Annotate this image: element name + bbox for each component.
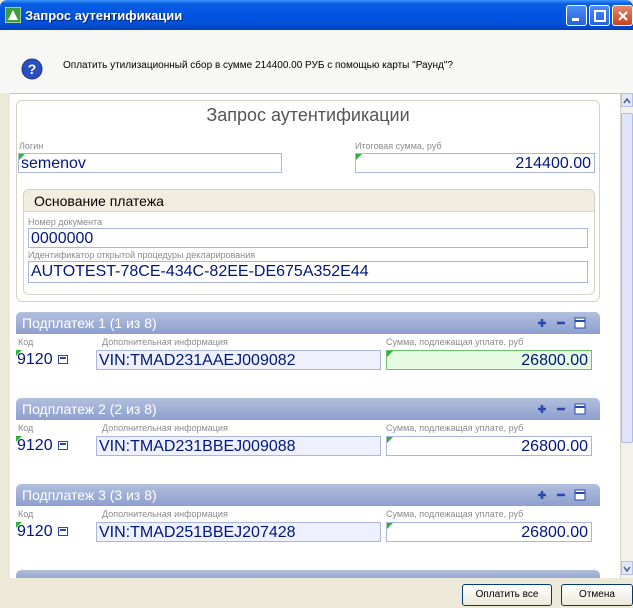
code-field[interactable]: 9120: [16, 436, 70, 456]
info-value: VIN:TMAD251BBEJ207428: [99, 524, 296, 541]
code-field[interactable]: 9120: [16, 522, 70, 542]
field-marker: [16, 522, 22, 528]
field-marker: [387, 437, 393, 443]
field-marker: [16, 350, 22, 356]
subpayment-title: Подплатеж 3 (3 из 8): [22, 487, 157, 503]
window-title: Запрос аутентификации: [25, 8, 183, 23]
sum-label: Сумма, подлежащая уплате, руб: [386, 509, 524, 519]
subpayment-4-header: [16, 570, 600, 578]
doc-number-value: 0000000: [31, 230, 94, 247]
field-marker: [16, 436, 22, 442]
total-value: 214400.00: [515, 155, 591, 172]
info-value: VIN:TMAD231BBEJ009088: [99, 438, 296, 455]
subpayment-3: Подплатеж 3 (3 из 8) Код Дополнительная …: [16, 484, 600, 564]
form-scroll-area[interactable]: Запрос аутентификации Логин semenov Итог…: [10, 93, 622, 578]
field-marker: [387, 523, 393, 529]
sum-field[interactable]: 26800.00: [386, 522, 592, 542]
add-icon[interactable]: [538, 405, 546, 413]
procedure-id-field[interactable]: AUTOTEST-78CE-434C-82EE-DE675A352E44: [28, 261, 588, 283]
svg-text:?: ?: [28, 61, 37, 77]
title-bar: Запрос аутентификации: [0, 0, 633, 30]
list-icon[interactable]: [574, 489, 586, 501]
info-label: Дополнительная информация: [102, 509, 228, 519]
info-value: VIN:TMAD231AAEJ009082: [99, 352, 296, 369]
procedure-id-label: Идентификатор открытой процедуры деклари…: [28, 250, 256, 260]
code-label: Код: [18, 423, 34, 433]
subpayment-header: Подплатеж 2 (2 из 8): [16, 398, 600, 420]
maximize-button[interactable]: [589, 5, 610, 26]
lookup-icon[interactable]: [58, 441, 68, 450]
subpayment-1: Подплатеж 1 (1 из 8) Код Дополнительная …: [16, 312, 600, 392]
code-value: 9120: [17, 351, 53, 368]
code-value: 9120: [17, 437, 53, 454]
sum-label: Сумма, подлежащая уплате, руб: [386, 423, 524, 433]
field-marker: [356, 154, 362, 160]
login-value: semenov: [21, 155, 86, 172]
subpayment-body: Код Дополнительная информация Сумма, под…: [16, 506, 600, 564]
cancel-button[interactable]: Отмена: [561, 584, 633, 606]
subpayment-header: Подплатеж 1 (1 из 8): [16, 312, 600, 334]
subpayment-title: Подплатеж 2 (2 из 8): [22, 401, 157, 417]
chevron-up-icon: [623, 97, 631, 104]
info-field[interactable]: VIN:TMAD231AAEJ009082: [96, 350, 381, 370]
scroll-up-button[interactable]: [621, 93, 633, 107]
subpayment-2: Подплатеж 2 (2 из 8) Код Дополнительная …: [16, 398, 600, 478]
question-icon: ?: [21, 58, 43, 80]
pay-all-button[interactable]: Оплатить все: [462, 584, 552, 606]
lookup-icon[interactable]: [58, 527, 68, 536]
list-icon[interactable]: [574, 403, 586, 415]
sum-field[interactable]: 26800.00: [386, 350, 592, 370]
doc-number-label: Номер документа: [28, 217, 103, 227]
info-field[interactable]: VIN:TMAD231BBEJ009088: [96, 436, 381, 456]
info-label: Дополнительная информация: [102, 337, 228, 347]
total-field[interactable]: 214400.00: [355, 153, 595, 173]
add-icon[interactable]: [538, 491, 546, 499]
procedure-id-value: AUTOTEST-78CE-434C-82EE-DE675A352E44: [31, 263, 369, 280]
vertical-scrollbar[interactable]: [620, 93, 633, 578]
login-label: Логин: [19, 141, 44, 151]
list-icon[interactable]: [574, 317, 586, 329]
info-field[interactable]: VIN:TMAD251BBEJ207428: [96, 522, 381, 542]
total-label: Итоговая сумма, руб: [355, 141, 442, 151]
payment-basis-title: Основание платежа: [24, 190, 594, 212]
lookup-icon[interactable]: [58, 355, 68, 364]
close-button[interactable]: [612, 5, 633, 26]
login-field[interactable]: semenov: [18, 153, 282, 173]
doc-number-field[interactable]: 0000000: [28, 228, 588, 248]
subpayment-body: Код Дополнительная информация Сумма, под…: [16, 420, 600, 478]
field-marker: [19, 154, 25, 160]
code-label: Код: [18, 337, 34, 347]
minimize-icon: [572, 18, 579, 21]
subpayment-body: Код Дополнительная информация Сумма, под…: [16, 334, 600, 392]
close-icon: [618, 11, 628, 21]
sum-value: 26800.00: [521, 352, 588, 369]
add-icon[interactable]: [538, 319, 546, 327]
info-label: Дополнительная информация: [102, 423, 228, 433]
app-icon: [5, 7, 21, 23]
payment-basis-panel: Основание платежа Номер документа 000000…: [23, 189, 595, 295]
auth-panel: Запрос аутентификации Логин semenov Итог…: [16, 100, 600, 302]
auth-title: Запрос аутентификации: [206, 105, 410, 125]
code-value: 9120: [17, 523, 53, 540]
code-label: Код: [18, 509, 34, 519]
field-marker: [387, 351, 393, 357]
button-bar: Оплатить все Отмена: [0, 578, 633, 608]
sum-field[interactable]: 26800.00: [386, 436, 592, 456]
sum-value: 26800.00: [521, 438, 588, 455]
subpayment-tools: [538, 403, 586, 415]
subpayment-header: Подплатеж 3 (3 из 8): [16, 484, 600, 506]
scroll-down-button[interactable]: [621, 561, 633, 575]
subpayment-title: Подплатеж 1 (1 из 8): [22, 315, 157, 331]
sum-value: 26800.00: [521, 524, 588, 541]
subpayment-tools: [538, 317, 586, 329]
maximize-icon: [594, 10, 606, 22]
code-field[interactable]: 9120: [16, 350, 70, 370]
minimize-button[interactable]: [566, 5, 587, 26]
question-text: Оплатить утилизационный сбор в сумме 214…: [63, 60, 453, 71]
scroll-thumb[interactable]: [621, 113, 633, 443]
sum-label: Сумма, подлежащая уплате, руб: [386, 337, 524, 347]
chevron-down-icon: [623, 566, 631, 573]
subpayment-tools: [538, 489, 586, 501]
